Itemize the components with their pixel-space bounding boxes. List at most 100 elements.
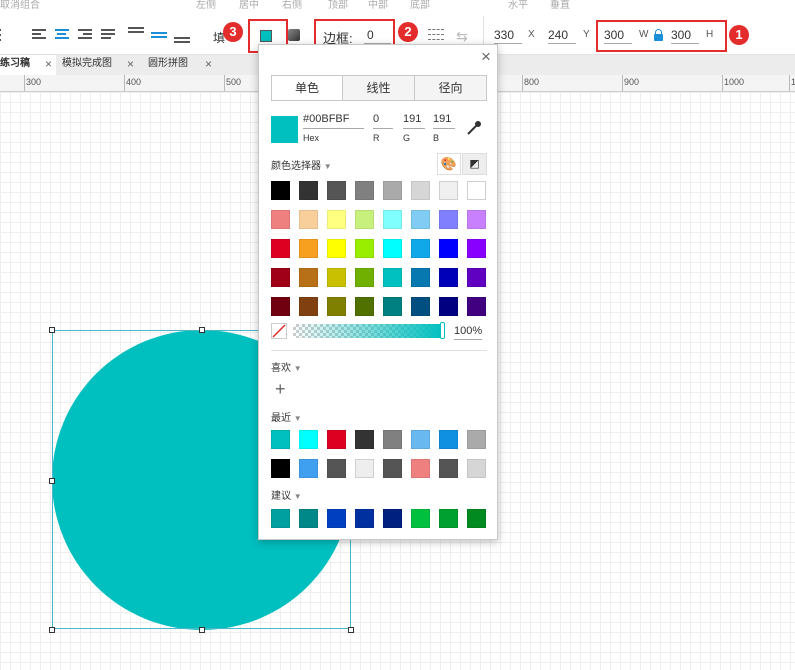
- color-swatch[interactable]: [439, 239, 458, 258]
- color-swatch[interactable]: [355, 268, 374, 287]
- color-swatch[interactable]: [327, 509, 346, 528]
- color-swatch[interactable]: [411, 181, 430, 200]
- swatch-library-icon[interactable]: ◩: [462, 153, 487, 175]
- color-swatch[interactable]: [355, 509, 374, 528]
- color-swatch[interactable]: [299, 210, 318, 229]
- color-swatch[interactable]: [411, 239, 430, 258]
- y-input[interactable]: 240: [548, 27, 576, 44]
- color-swatch[interactable]: [439, 430, 458, 449]
- red-input[interactable]: 0: [373, 113, 393, 129]
- color-swatch[interactable]: [327, 181, 346, 200]
- color-swatch[interactable]: [271, 430, 290, 449]
- opacity-slider[interactable]: [293, 324, 443, 338]
- color-swatch[interactable]: [383, 297, 402, 316]
- resize-handle-sw[interactable]: [49, 627, 55, 633]
- color-swatch[interactable]: [439, 210, 458, 229]
- color-swatch[interactable]: [383, 509, 402, 528]
- color-swatch[interactable]: [383, 268, 402, 287]
- color-swatch[interactable]: [439, 181, 458, 200]
- color-swatch[interactable]: [271, 509, 290, 528]
- color-swatch[interactable]: [439, 268, 458, 287]
- color-swatch[interactable]: [355, 210, 374, 229]
- close-icon[interactable]: ×: [205, 55, 212, 73]
- add-favorite-button[interactable]: +: [275, 379, 286, 400]
- color-swatch[interactable]: [467, 268, 486, 287]
- color-swatch[interactable]: [355, 297, 374, 316]
- valign-middle-icon[interactable]: [150, 26, 168, 42]
- tab-radial[interactable]: 径向: [414, 75, 487, 101]
- blue-input[interactable]: 191: [433, 113, 455, 129]
- close-icon[interactable]: ×: [481, 47, 491, 67]
- color-swatch[interactable]: [299, 430, 318, 449]
- color-swatch[interactable]: [355, 239, 374, 258]
- color-swatch[interactable]: [467, 239, 486, 258]
- color-swatch[interactable]: [411, 430, 430, 449]
- list-icon[interactable]: [0, 26, 10, 42]
- resize-handle-s[interactable]: [199, 627, 205, 633]
- color-swatch[interactable]: [299, 297, 318, 316]
- valign-top-icon[interactable]: [127, 26, 145, 42]
- fill-color-button[interactable]: [260, 30, 272, 42]
- tab-practice[interactable]: 练习稿 ×: [0, 55, 56, 75]
- opacity-slider-handle[interactable]: [440, 322, 445, 339]
- close-icon[interactable]: ×: [45, 55, 52, 73]
- color-swatch[interactable]: [467, 430, 486, 449]
- color-swatch[interactable]: [299, 268, 318, 287]
- color-swatch[interactable]: [383, 430, 402, 449]
- color-swatch[interactable]: [299, 509, 318, 528]
- color-swatch[interactable]: [439, 459, 458, 478]
- color-picker-label[interactable]: 颜色选择器 ▼: [271, 157, 332, 172]
- color-swatch[interactable]: [411, 268, 430, 287]
- close-icon[interactable]: ×: [127, 55, 134, 73]
- opacity-input[interactable]: 100%: [454, 325, 483, 340]
- color-swatch[interactable]: [327, 268, 346, 287]
- color-swatch[interactable]: [271, 297, 290, 316]
- color-swatch[interactable]: [411, 459, 430, 478]
- no-color-icon[interactable]: [271, 323, 287, 339]
- color-swatch[interactable]: [299, 239, 318, 258]
- color-swatch[interactable]: [327, 297, 346, 316]
- color-swatch[interactable]: [327, 239, 346, 258]
- color-swatch[interactable]: [411, 509, 430, 528]
- color-swatch[interactable]: [467, 509, 486, 528]
- color-swatch[interactable]: [467, 297, 486, 316]
- color-swatch[interactable]: [467, 181, 486, 200]
- text-align-right-icon[interactable]: [77, 26, 95, 42]
- color-swatch[interactable]: [271, 268, 290, 287]
- tab-circle-puzzle[interactable]: 圆形拼图 ×: [142, 55, 216, 75]
- color-swatch[interactable]: [467, 210, 486, 229]
- green-input[interactable]: 191: [403, 113, 425, 129]
- color-swatch[interactable]: [439, 297, 458, 316]
- resize-handle-w[interactable]: [49, 478, 55, 484]
- color-swatch[interactable]: [411, 297, 430, 316]
- resize-handle-se[interactable]: [348, 627, 354, 633]
- border-width-input[interactable]: 0: [364, 27, 391, 44]
- tab-linear[interactable]: 线性: [342, 75, 415, 101]
- color-swatch[interactable]: [383, 181, 402, 200]
- color-swatch[interactable]: [411, 210, 430, 229]
- text-align-center-icon[interactable]: [54, 26, 72, 42]
- resize-handle-nw[interactable]: [49, 327, 55, 333]
- color-swatch[interactable]: [271, 181, 290, 200]
- color-swatch[interactable]: [299, 181, 318, 200]
- color-swatch[interactable]: [327, 210, 346, 229]
- tab-mock-complete[interactable]: 模拟完成图 ×: [56, 55, 138, 75]
- color-swatch[interactable]: [383, 210, 402, 229]
- color-swatch[interactable]: [327, 430, 346, 449]
- hex-input[interactable]: #00BFBF: [303, 113, 364, 129]
- tab-solid[interactable]: 单色: [271, 75, 343, 101]
- x-input[interactable]: 330: [494, 27, 522, 44]
- color-swatch[interactable]: [355, 459, 374, 478]
- color-swatch[interactable]: [439, 509, 458, 528]
- color-swatch[interactable]: [299, 459, 318, 478]
- color-swatch[interactable]: [467, 459, 486, 478]
- text-justify-icon[interactable]: [100, 26, 118, 42]
- palette-icon[interactable]: 🎨: [437, 153, 461, 175]
- color-swatch[interactable]: [327, 459, 346, 478]
- valign-bottom-icon[interactable]: [173, 26, 191, 43]
- lock-ratio-icon[interactable]: [654, 29, 663, 41]
- color-swatch[interactable]: [383, 239, 402, 258]
- color-swatch[interactable]: [271, 239, 290, 258]
- color-swatch[interactable]: [271, 459, 290, 478]
- color-swatch[interactable]: [271, 210, 290, 229]
